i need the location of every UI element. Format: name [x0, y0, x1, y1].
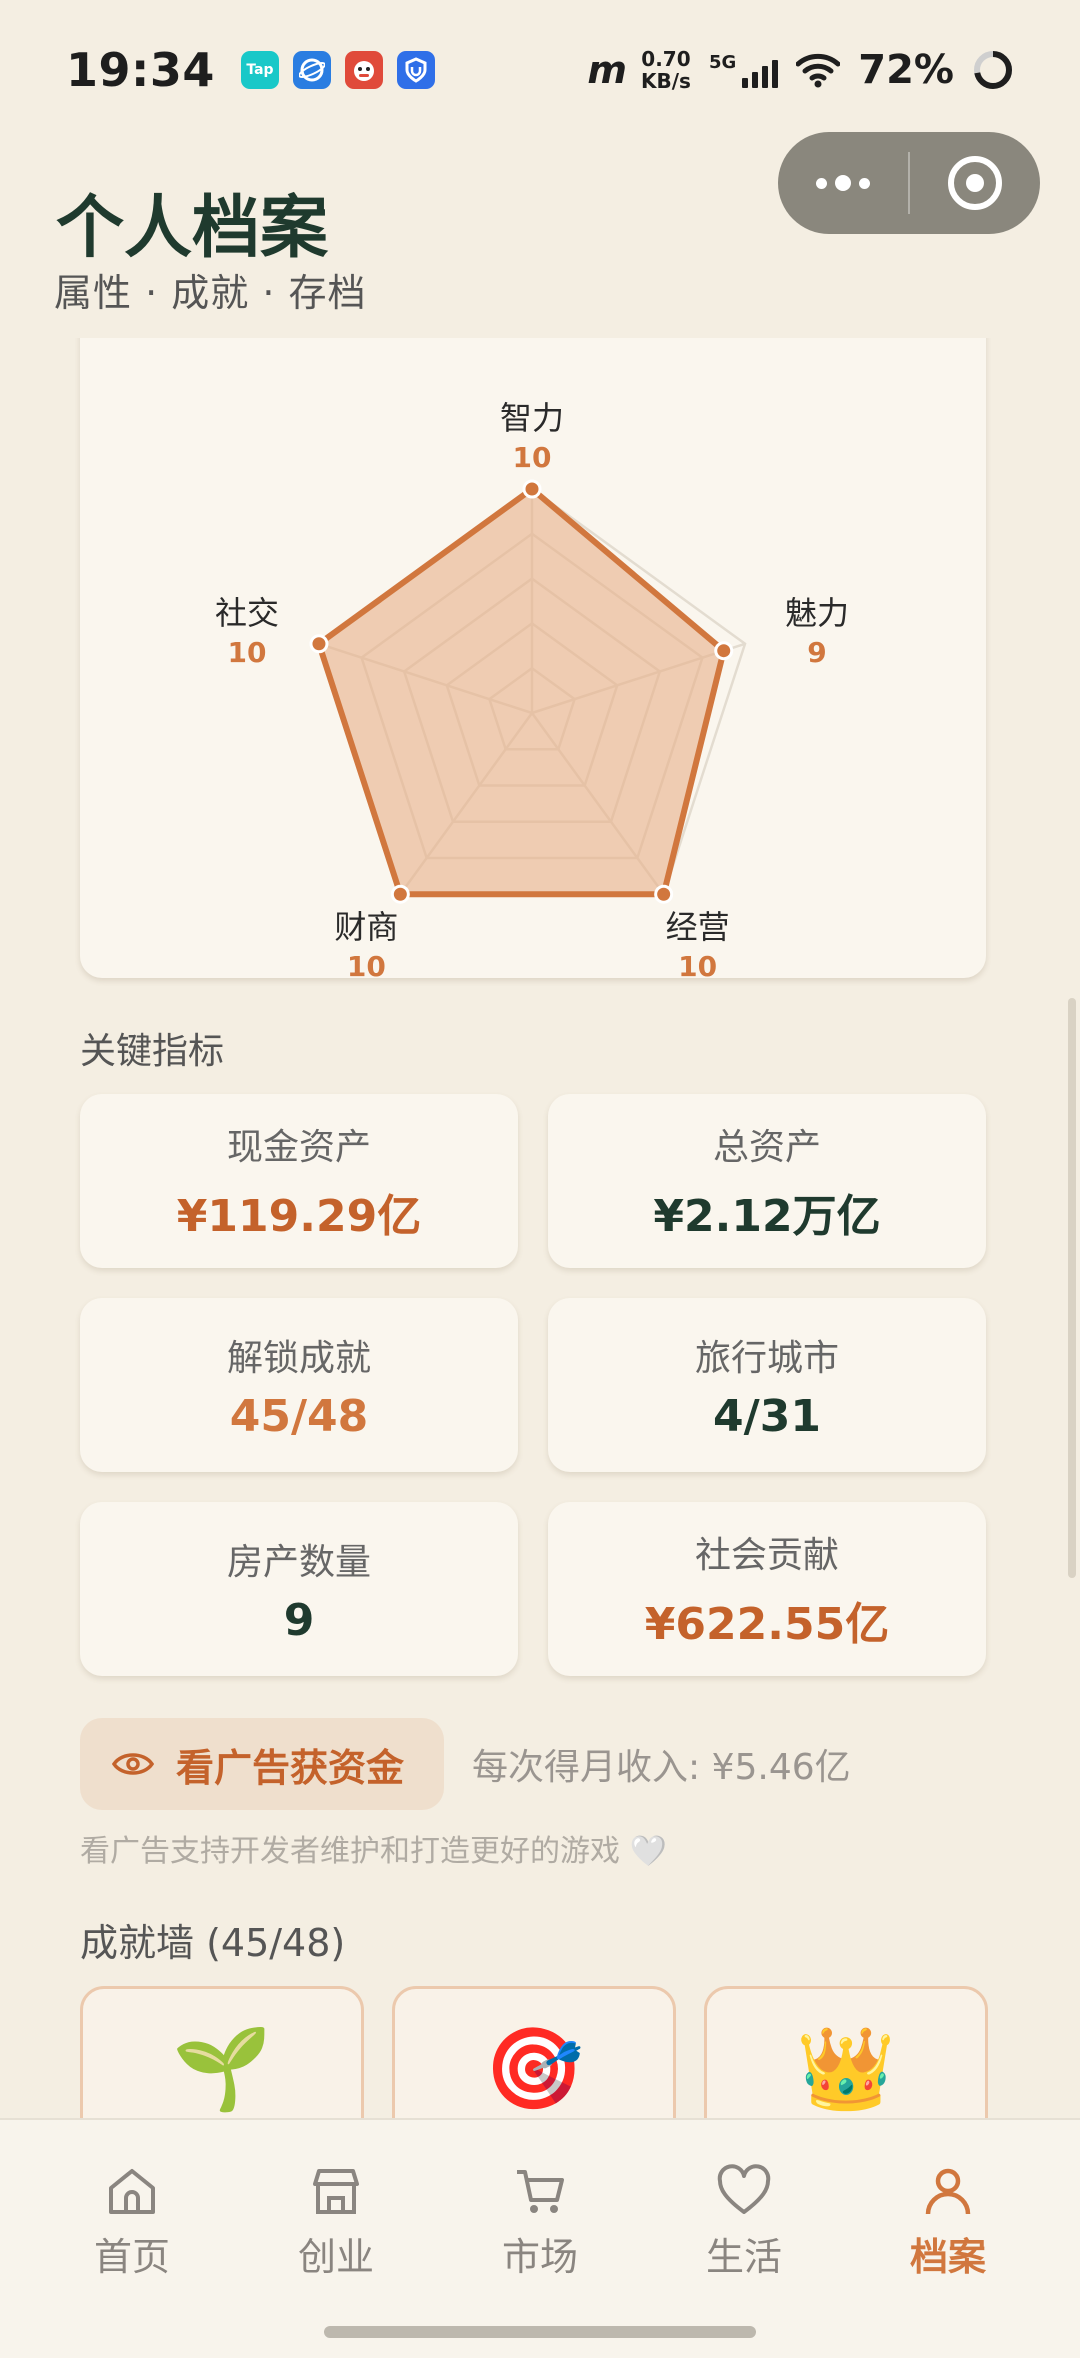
radar-point [309, 634, 329, 654]
radar-point [654, 884, 674, 904]
shield-app-icon [396, 51, 435, 89]
radar-axis-label: 智力 10 [472, 393, 592, 474]
achievement-card[interactable]: 🎯 [392, 1986, 676, 2118]
radar-axis-label: 财商 10 [306, 902, 426, 983]
nav-item-home[interactable]: 首页 [52, 2162, 212, 2358]
radar-axis-value: 9 [807, 635, 827, 669]
nav-item-profile[interactable]: 档案 [868, 2162, 1028, 2358]
ad-support-note: 看广告支持开发者维护和打造更好的游戏 🤍 [80, 1834, 667, 1869]
mascot-app-icon [344, 51, 383, 89]
person-icon [925, 2168, 971, 2215]
close-miniprogram-button[interactable] [910, 132, 1040, 234]
metric-card-cash: 现金资产 ¥119.29亿 [80, 1094, 518, 1268]
radar-axis-label: 社交 10 [187, 588, 307, 669]
metric-card-travel-cities: 旅行城市 4/31 [548, 1298, 986, 1472]
home-indicator[interactable] [324, 2326, 756, 2338]
status-time: 19:34 [66, 43, 215, 97]
home-icon [109, 2169, 155, 2214]
watch-ad-label: 看广告获资金 [176, 1745, 405, 1790]
battery-percent: 72% [858, 47, 954, 93]
taptap-icon: Tap [240, 51, 279, 89]
notification-app-icons: Tap [240, 51, 435, 89]
more-dots-icon [816, 175, 870, 191]
radar-axis-name: 社交 [214, 593, 279, 632]
radar-point [390, 884, 410, 904]
radar-axis-name: 魅力 [785, 593, 850, 632]
scroll-content[interactable]: 智力 10 魅力 9 经营 10 财商 10 社交 10 关键指标 现金资产 ¥119.29亿 总… [0, 338, 1080, 2118]
crown-icon: 👑 [796, 2022, 896, 2115]
sprout-icon: 🌱 [172, 2022, 272, 2115]
radar-data-area [315, 486, 727, 898]
carrier-icon: m [587, 48, 627, 92]
wifi-icon [796, 53, 841, 88]
achievement-card[interactable]: 🌱 [80, 1986, 364, 2118]
radar-axis-name: 财商 [334, 908, 399, 947]
radar-axis-label: 魅力 9 [757, 588, 877, 669]
attribute-radar-card: 智力 10 魅力 9 经营 10 财商 10 社交 10 [80, 338, 986, 983]
achievement-card[interactable]: 👑 [704, 1986, 988, 2118]
radar-axis-value: 10 [678, 950, 718, 984]
miniprogram-capsule [778, 132, 1040, 234]
radar-axis-name: 智力 [499, 399, 564, 437]
status-bar: 19:34 Tap m 0.70 KB/s 5G 72% [0, 0, 1080, 140]
ad-income-text: 每次得月收入: ¥5.46亿 [472, 1747, 851, 1788]
browser-icon [292, 51, 331, 89]
radar-point [714, 641, 734, 661]
network-speed: 0.70 KB/s [640, 47, 691, 93]
watch-ad-button[interactable]: 看广告获资金 [80, 1718, 444, 1810]
radar-axis-name: 经营 [665, 908, 730, 947]
cart-icon [517, 2170, 564, 2213]
shop-icon [313, 2169, 359, 2214]
radar-axis-label: 经营 10 [638, 902, 758, 983]
target-icon [948, 156, 1002, 210]
bottom-nav: 首页 创业 市场 生活 档案 [0, 2118, 1080, 2358]
metric-card-achievements: 解锁成就 45/48 [80, 1298, 518, 1472]
battery-ring-icon [974, 51, 1012, 89]
target-dart-icon: 🎯 [484, 2022, 584, 2115]
achievement-wall-title: 成就墙 (45/48) [80, 1921, 346, 1965]
radar-axis-value: 10 [227, 635, 267, 669]
radar-axis-value: 10 [346, 950, 386, 984]
eye-icon [112, 1753, 154, 1775]
metric-card-social-contribution: 社会贡献 ¥622.55亿 [548, 1502, 986, 1676]
key-metrics-title: 关键指标 [80, 1031, 225, 1072]
metric-card-properties: 房产数量 9 [80, 1502, 518, 1676]
radar-axis-value: 10 [512, 441, 552, 474]
scrollbar[interactable] [1068, 998, 1076, 1578]
page-title: 个人档案 [56, 188, 329, 268]
more-button[interactable] [778, 132, 908, 234]
metric-card-total-assets: 总资产 ¥2.12万亿 [548, 1094, 986, 1268]
signal-icon: 5G [709, 52, 779, 88]
heart-icon [717, 2164, 771, 2214]
radar-point [522, 479, 542, 499]
page-subtitle: 属性 · 成就 · 存档 [54, 271, 367, 315]
